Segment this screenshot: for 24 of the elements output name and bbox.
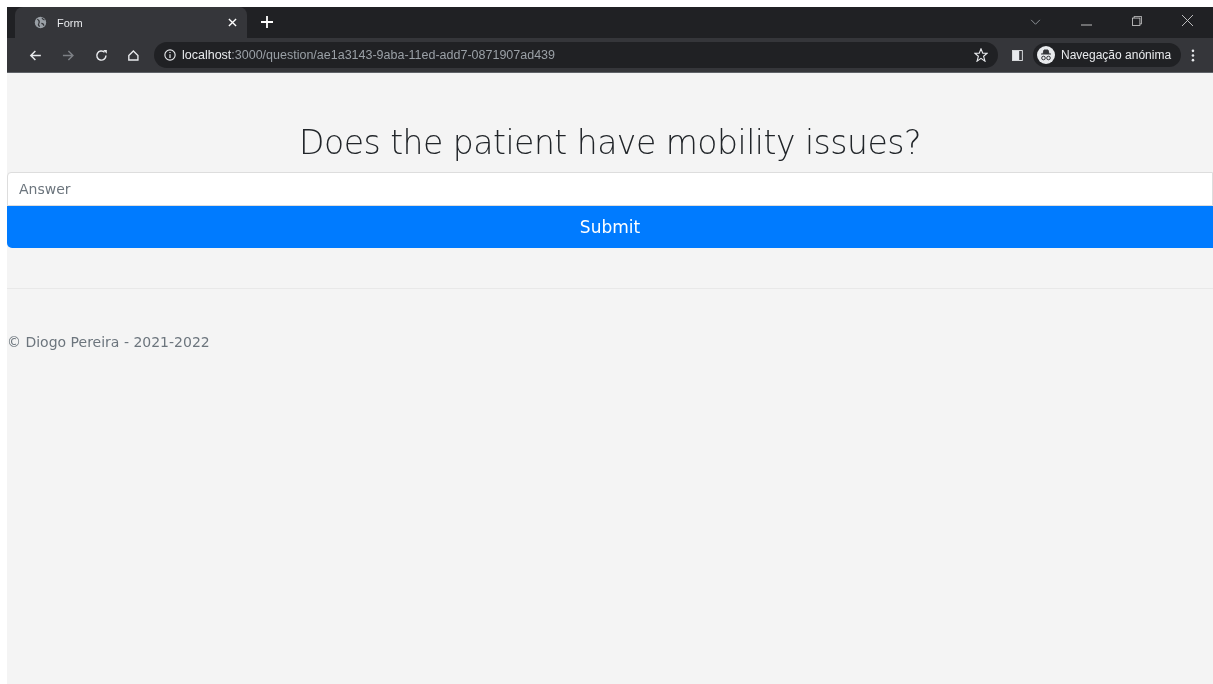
submit-button[interactable]: Submit: [7, 206, 1213, 248]
restore-icon[interactable]: [1132, 16, 1142, 26]
question-heading: Does the patient have mobility issues?: [298, 123, 922, 162]
globe-icon: [34, 16, 47, 29]
footer-text: © Diogo Pereira - 2021-2022: [7, 334, 211, 350]
star-icon[interactable]: [974, 48, 989, 62]
incognito-icon: [1037, 46, 1055, 64]
reload-icon[interactable]: [94, 48, 108, 62]
menu-icon[interactable]: [1191, 48, 1195, 62]
home-icon[interactable]: [127, 48, 140, 62]
forward-arrow-icon[interactable]: [61, 48, 75, 62]
url-text: localhost:3000/question/ae1a3143-9aba-11ed-add7-0871907ad439: [182, 48, 555, 62]
back-arrow-icon[interactable]: [29, 48, 42, 62]
tab-title: Form: [57, 16, 84, 29]
incognito-chip[interactable]: Navegação anónima: [1033, 43, 1182, 67]
close-icon[interactable]: [1182, 15, 1193, 26]
info-icon: [164, 49, 176, 61]
side-panel-icon[interactable]: [1012, 49, 1023, 61]
new-tab-icon[interactable]: [261, 16, 273, 28]
address-bar[interactable]: localhost:3000/question/ae1a3143-9aba-11ed-add7-0871907ad439: [154, 42, 999, 68]
browser-tab[interactable]: Form: [15, 7, 247, 38]
answer-field[interactable]: Answer: [7, 172, 1213, 206]
close-tab-icon[interactable]: [228, 18, 237, 27]
chevron-down-icon[interactable]: [1030, 19, 1041, 26]
